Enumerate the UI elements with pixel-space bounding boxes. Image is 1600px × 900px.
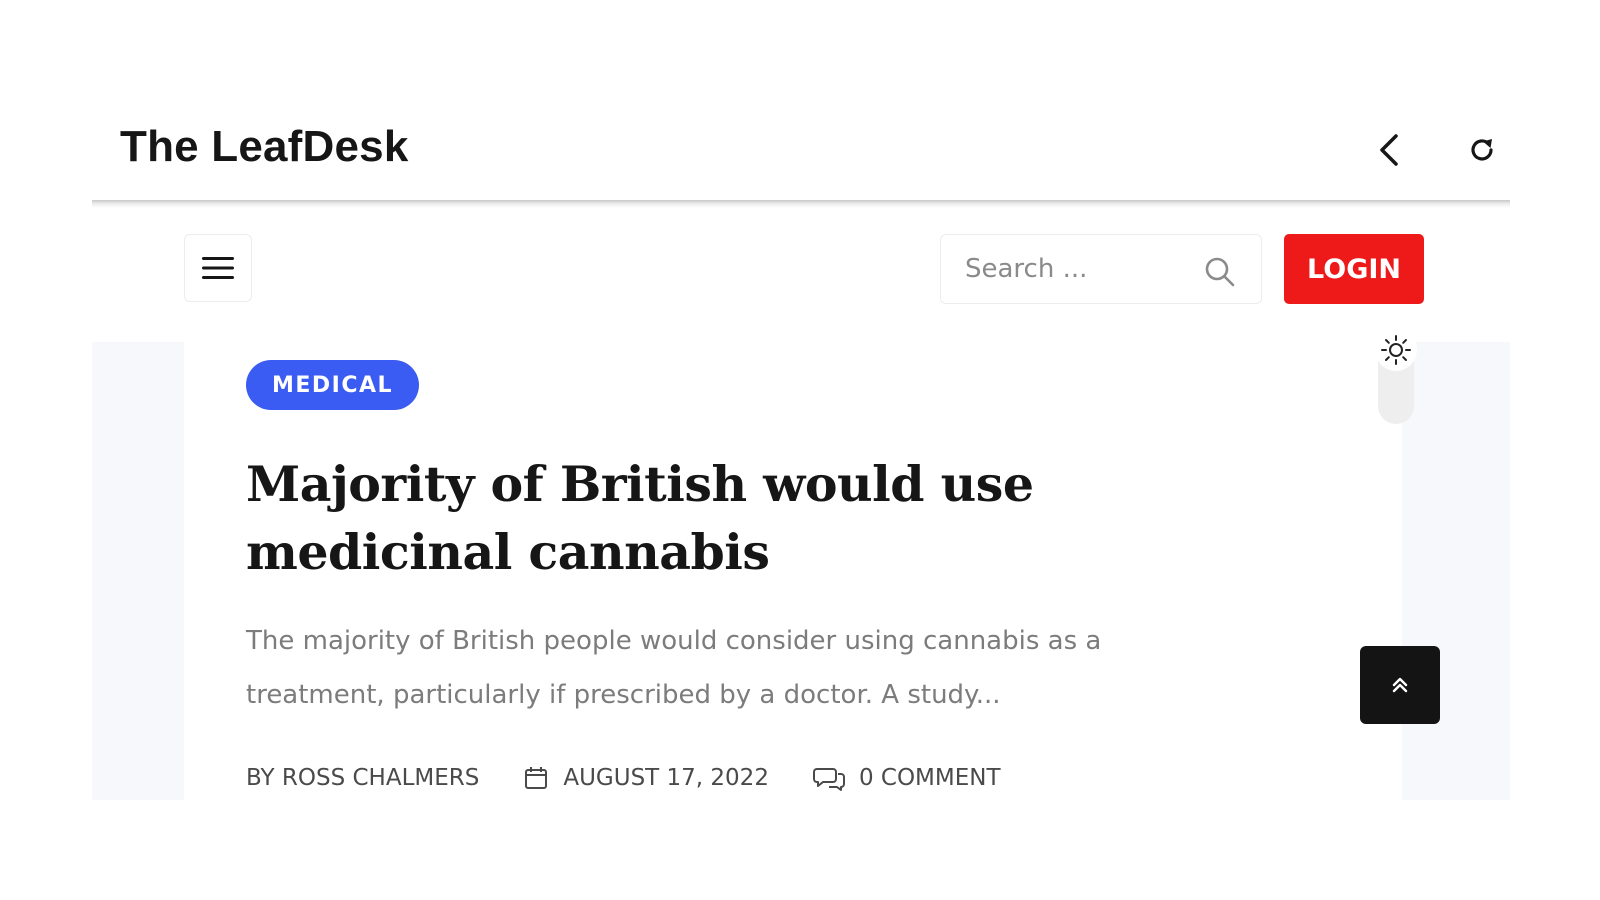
meta-comments[interactable]: 0 COMMENT bbox=[812, 765, 1001, 791]
app-bar-divider bbox=[92, 200, 1510, 208]
reload-icon bbox=[1471, 139, 1493, 161]
article-card: MEDICAL Majority of British would use me… bbox=[184, 342, 1402, 800]
article-excerpt: The majority of British people would con… bbox=[246, 626, 1102, 710]
calendar-icon bbox=[525, 767, 548, 789]
article-meta: BY ROSS CHALMERS AUGUST 17, 2022 0 COMME… bbox=[246, 758, 1045, 798]
publish-date: AUGUST 17, 2022 bbox=[563, 765, 769, 791]
comment-icon bbox=[812, 768, 845, 791]
app-bar: The LeafDesk bbox=[92, 100, 1510, 200]
article-title[interactable]: Majority of British would use medicinal … bbox=[246, 450, 1306, 586]
login-button[interactable]: LOGIN bbox=[1284, 234, 1424, 304]
reload-button[interactable] bbox=[1456, 124, 1508, 176]
hamburger-menu-icon bbox=[202, 257, 234, 279]
category-badge[interactable]: MEDICAL bbox=[246, 360, 420, 410]
meta-author[interactable]: BY ROSS CHALMERS bbox=[246, 765, 479, 791]
chevron-left-icon bbox=[1380, 134, 1398, 166]
search-icon[interactable] bbox=[1203, 255, 1237, 289]
theme-toggle-knob bbox=[1375, 329, 1417, 371]
menu-button[interactable] bbox=[184, 234, 252, 302]
scroll-to-top-button[interactable] bbox=[1360, 646, 1440, 724]
double-chevron-up-icon bbox=[1392, 677, 1408, 693]
theme-toggle[interactable] bbox=[1375, 329, 1417, 424]
search-box bbox=[940, 234, 1262, 304]
back-button[interactable] bbox=[1364, 124, 1416, 176]
sun-icon bbox=[1381, 335, 1411, 365]
app-frame: The LeafDesk LOGIN M bbox=[92, 100, 1510, 800]
search-input[interactable] bbox=[965, 247, 1185, 291]
app-title: The LeafDesk bbox=[120, 122, 409, 171]
comment-count[interactable]: 0 COMMENT bbox=[859, 765, 1001, 791]
author-name[interactable]: BY ROSS CHALMERS bbox=[246, 765, 479, 791]
meta-date: AUGUST 17, 2022 bbox=[523, 765, 769, 791]
